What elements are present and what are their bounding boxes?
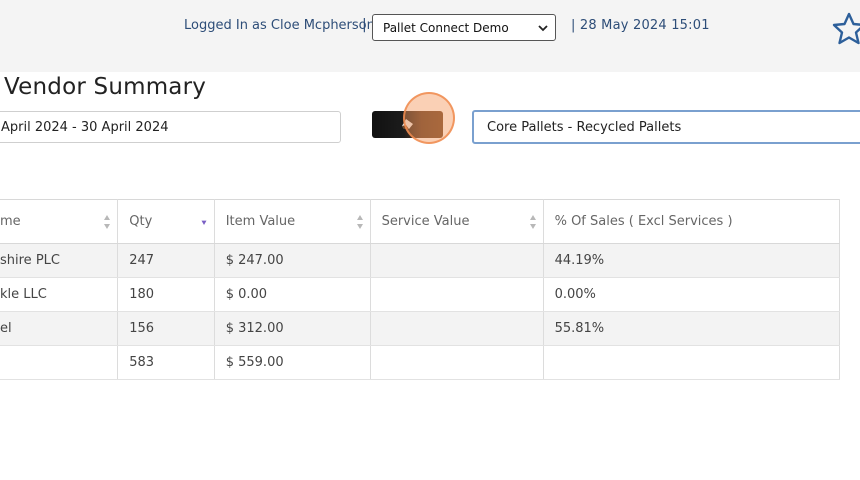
logged-in-label: Logged In as Cloe Mcpherson [184,18,375,33]
chevron-down-icon [538,25,548,32]
table-row[interactable]: kle LLC 180 $ 0.00 0.00% [0,277,841,312]
current-datetime: | 28 May 2024 15:01 [571,18,710,33]
date-range-input[interactable]: April 2024 - 30 April 2024 [0,111,341,143]
cell-item-value: $ 312.00 [214,311,371,346]
column-header-percent-of-sales[interactable]: % Of Sales ( Excl Services ) [543,199,841,244]
cell-name: shire PLC [0,243,119,278]
cell-name: el [0,311,119,346]
total-service-value [370,345,544,380]
total-percent [543,345,841,380]
sort-desc-icon [201,220,207,225]
cell-percent: 44.19% [543,243,841,278]
table-totals-row: 583 $ 559.00 [0,345,841,380]
top-bar: Logged In as Cloe Mcpherson | Pallet Con… [0,0,860,72]
company-select[interactable]: Pallet Connect Demo [372,14,556,41]
vendor-summary-table: me Qty Item Value Service Value % Of Sal… [0,199,841,380]
company-select-value: Pallet Connect Demo [383,20,509,35]
cell-service-value [370,277,544,312]
cell-name: kle LLC [0,277,119,312]
click-highlight [403,92,455,144]
star-icon[interactable] [832,10,860,50]
table-row[interactable]: shire PLC 247 $ 247.00 44.19% [0,243,841,278]
column-header-qty[interactable]: Qty [117,199,215,244]
sort-arrows-icon [356,215,363,229]
cell-qty: 247 [117,243,215,278]
cell-percent: 55.81% [543,311,841,346]
column-header-item-value[interactable]: Item Value [214,199,371,244]
cell-service-value [370,243,544,278]
vendor-select-value: Core Pallets - Recycled Pallets [487,119,682,135]
header-separator: | [362,17,367,33]
cell-qty: 180 [117,277,215,312]
cell-percent: 0.00% [543,277,841,312]
column-header-name[interactable]: me [0,199,119,244]
cell-item-value: $ 247.00 [214,243,371,278]
sort-arrows-icon [529,215,536,229]
date-range-value: April 2024 - 30 April 2024 [1,119,169,135]
vendor-select[interactable]: Core Pallets - Recycled Pallets [472,110,860,144]
column-header-service-value[interactable]: Service Value [370,199,544,244]
table-row[interactable]: el 156 $ 312.00 55.81% [0,311,841,346]
total-qty: 583 [117,345,215,380]
cell-qty: 156 [117,311,215,346]
sort-arrows-icon [104,215,111,229]
cell-service-value [370,311,544,346]
page-title: Vendor Summary [4,74,207,100]
total-name [0,345,119,380]
total-item-value: $ 559.00 [214,345,371,380]
table-header-row: me Qty Item Value Service Value % Of Sal… [0,199,841,244]
cell-item-value: $ 0.00 [214,277,371,312]
